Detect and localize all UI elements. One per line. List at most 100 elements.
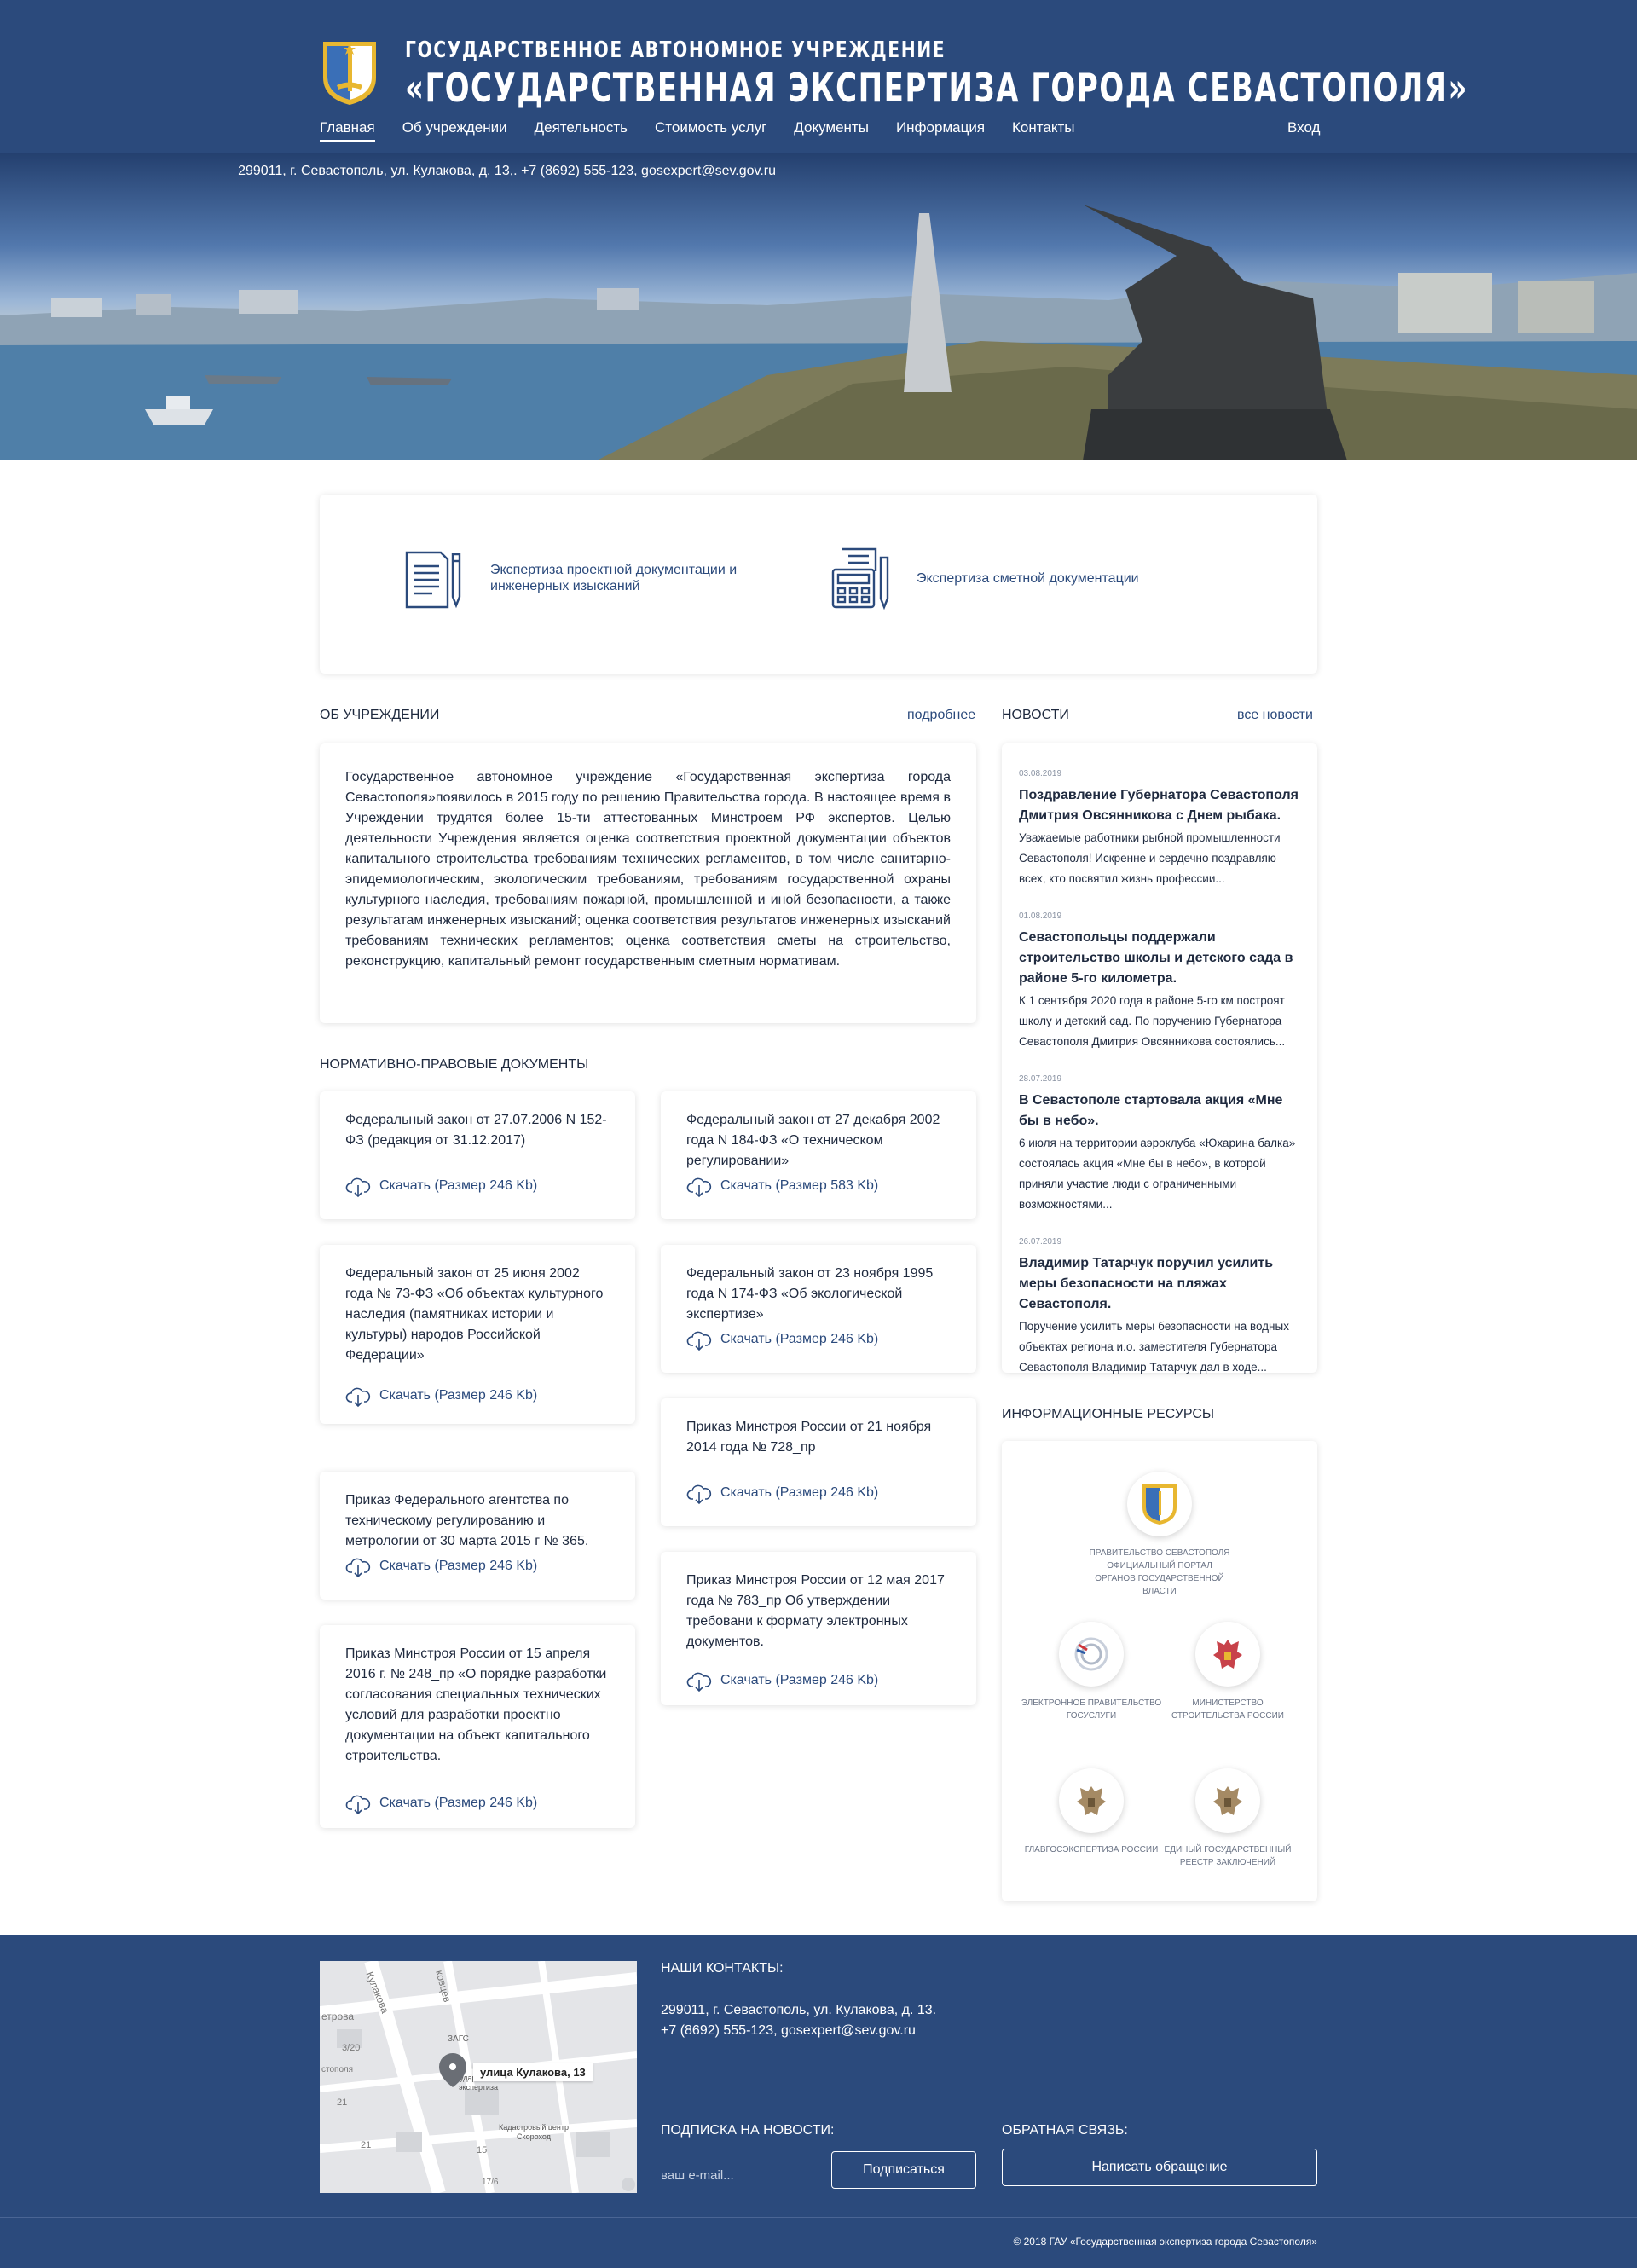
map-house-number: 21 (337, 2097, 348, 2108)
nav-prices[interactable]: Стоимость услуг (655, 119, 766, 142)
download-label: Скачать (Размер 246 Kb) (379, 1178, 538, 1193)
about-more-link[interactable]: подробнее (907, 708, 975, 723)
download-link[interactable]: Скачать (Размер 246 Kb) (686, 1480, 951, 1506)
about-title: ОБ УЧРЕЖДЕНИИ (320, 708, 440, 722)
services-card: Экспертиза проектной документации и инже… (320, 495, 1317, 674)
doc-card: Федеральный закон от 27.07.2006 N 152-ФЗ… (320, 1091, 635, 1219)
nav-about[interactable]: Об учреждении (402, 119, 507, 142)
resource-label: Правительство Севастополя официальный по… (1089, 1548, 1230, 1596)
resource-sevastopol-gov[interactable]: Правительство Севастополя официальный по… (1087, 1472, 1232, 1598)
resources-card: Правительство Севастополя официальный по… (1002, 1441, 1317, 1901)
download-link[interactable]: Скачать (Размер 246 Kb) (686, 1668, 951, 1693)
resource-label: Электронное правительство госуслуги (1021, 1698, 1162, 1721)
cloud-download-icon (345, 1558, 371, 1578)
cloud-download-icon (686, 1672, 712, 1692)
map-pin-icon (439, 2053, 466, 2087)
map-house-number: 21 (361, 2140, 372, 2150)
map-house-number: 3/20 (342, 2043, 361, 2053)
doc-card: Приказ Минстроя России от 12 мая 2017 го… (661, 1552, 976, 1705)
cloud-download-icon (686, 1177, 712, 1198)
news-item[interactable]: 26.07.2019 Владимир Татарчук поручил уси… (1019, 1237, 1300, 1378)
resource-badge (1127, 1472, 1192, 1536)
doc-title: Приказ Минстроя России от 15 апреля 2016… (345, 1646, 607, 1763)
sevastopol-coat-of-arms-logo[interactable] (320, 38, 379, 107)
doc-card: Федеральный закон от 25 июня 2002 года №… (320, 1245, 635, 1424)
nav-contacts[interactable]: Контакты (1012, 119, 1074, 142)
hero-image (0, 205, 1637, 460)
copyright: © 2018 ГАУ «Государственная экспертиза г… (1013, 2236, 1317, 2248)
news-item[interactable]: 28.07.2019 В Севастополе стартовала акци… (1019, 1074, 1300, 1215)
document-pen-icon (405, 551, 461, 609)
download-label: Скачать (Размер 246 Kb) (379, 1796, 538, 1810)
news-headline[interactable]: Владимир Татарчук поручил усилить меры б… (1019, 1253, 1300, 1315)
about-card: Государственное автономное учреждение «Г… (320, 743, 976, 1023)
resources-title: ИНФОРМАЦИОННЫЕ РЕСУРСЫ (1002, 1407, 1215, 1421)
resource-minstroy[interactable]: Министерство строительства России (1155, 1622, 1300, 1722)
site-footer (0, 1935, 1637, 2268)
all-news-link[interactable]: все новости (1237, 708, 1313, 723)
news-headline[interactable]: Севастопольцы поддержали строительство ш… (1019, 928, 1300, 989)
doc-title: Федеральный закон от 25 июня 2002 года №… (345, 1266, 604, 1363)
russia-eagle-icon (1213, 1640, 1242, 1669)
gosuslugi-icon (1074, 1637, 1108, 1671)
download-link[interactable]: Скачать (Размер 246 Kb) (345, 1791, 610, 1816)
news-date: 03.08.2019 (1019, 769, 1062, 778)
resource-glavgosexpertiza[interactable]: Главгосэкспертиза России (1019, 1768, 1164, 1856)
feedback-title: ОБРАТНАЯ СВЯЗЬ: (1002, 2123, 1128, 2138)
nav-activity[interactable]: Деятельность (535, 119, 628, 142)
doc-card: Федеральный закон от 27 декабря 2002 год… (661, 1091, 976, 1219)
download-link[interactable]: Скачать (Размер 246 Kb) (345, 1383, 610, 1409)
news-excerpt: 6 июля на территории аэроклуба «Юхарина … (1019, 1137, 1296, 1211)
cloud-download-icon (345, 1795, 371, 1815)
news-date: 28.07.2019 (1019, 1074, 1062, 1084)
subscribe-email-input[interactable] (661, 2161, 806, 2190)
subscribe-button[interactable]: Подписаться (831, 2151, 976, 2189)
map-street-label: стополя (321, 2065, 354, 2074)
doc-title: Федеральный закон от 23 ноября 1995 года… (686, 1266, 934, 1322)
service-estimate-expertise[interactable]: Экспертиза сметной документации (830, 546, 1189, 610)
news-headline[interactable]: В Севастополе стартовала акция «Мне бы в… (1019, 1091, 1300, 1131)
resource-gosuslugi[interactable]: Электронное правительство госуслуги (1019, 1622, 1164, 1722)
resource-label: Главгосэкспертиза России (1024, 1845, 1159, 1854)
map-house-number: 17/6 (482, 2178, 499, 2187)
news-headline[interactable]: Поздравление Губернатора Севастополя Дми… (1019, 785, 1300, 826)
news-item[interactable]: 03.08.2019 Поздравление Губернатора Сева… (1019, 769, 1300, 889)
calculator-icon (831, 547, 889, 610)
service-label: Экспертиза проектной документации и инже… (490, 563, 738, 593)
resource-egrz[interactable]: Единый государственный реестр заключений (1155, 1768, 1300, 1869)
egrz-icon (1213, 1786, 1242, 1815)
doc-card: Федеральный закон от 23 ноября 1995 года… (661, 1245, 976, 1373)
contacts-address: 299011, г. Севастополь, ул. Кулакова, д.… (661, 2003, 937, 2017)
service-project-expertise[interactable]: Экспертиза проектной документации и инже… (403, 546, 763, 610)
resource-label: Единый государственный реестр заключений (1164, 1845, 1292, 1867)
write-feedback-button[interactable]: Написать обращение (1002, 2149, 1317, 2186)
resource-badge (1059, 1768, 1124, 1833)
download-label: Скачать (Размер 246 Kb) (720, 1673, 879, 1687)
nav-documents[interactable]: Документы (794, 119, 869, 142)
resource-badge (1059, 1622, 1124, 1687)
download-link[interactable]: Скачать (Размер 583 Kb) (686, 1173, 951, 1199)
location-map[interactable]: Кулакова ковцев етрова стополя 3/20 ЗАГС… (320, 1961, 637, 2193)
download-link[interactable]: Скачать (Размер 246 Kb) (686, 1327, 951, 1352)
map-house-number: 15 (477, 2145, 488, 2155)
cloud-download-icon (345, 1387, 371, 1408)
news-date: 26.07.2019 (1019, 1237, 1062, 1247)
glavgosexpertiza-icon (1077, 1786, 1106, 1815)
doc-card: Приказ Федерального агентства по техниче… (320, 1472, 635, 1600)
nav-information[interactable]: Информация (896, 119, 985, 142)
download-label: Скачать (Размер 246 Kb) (379, 1388, 538, 1403)
cloud-download-icon (345, 1177, 371, 1198)
download-link[interactable]: Скачать (Размер 246 Kb) (345, 1553, 610, 1579)
download-link[interactable]: Скачать (Размер 246 Kb) (345, 1173, 610, 1199)
resource-badge (1195, 1622, 1260, 1687)
service-label: Экспертиза сметной документации (917, 570, 1139, 586)
login-link[interactable]: Вход (1287, 119, 1320, 136)
news-item[interactable]: 01.08.2019 Севастопольцы поддержали стро… (1019, 911, 1300, 1052)
resource-badge (1195, 1768, 1260, 1833)
news-excerpt: Уважаемые работники рыбной промышленност… (1019, 831, 1281, 885)
map-street-label: етрова (321, 2011, 355, 2022)
doc-title: Приказ Минстроя России от 21 ноября 2014… (686, 1420, 932, 1455)
nav-home[interactable]: Главная (320, 119, 375, 142)
docs-title: НОРМАТИВНО-ПРАВОВЫЕ ДОКУМЕНТЫ (320, 1057, 589, 1072)
news-card: 03.08.2019 Поздравление Губернатора Сева… (1002, 743, 1317, 1374)
